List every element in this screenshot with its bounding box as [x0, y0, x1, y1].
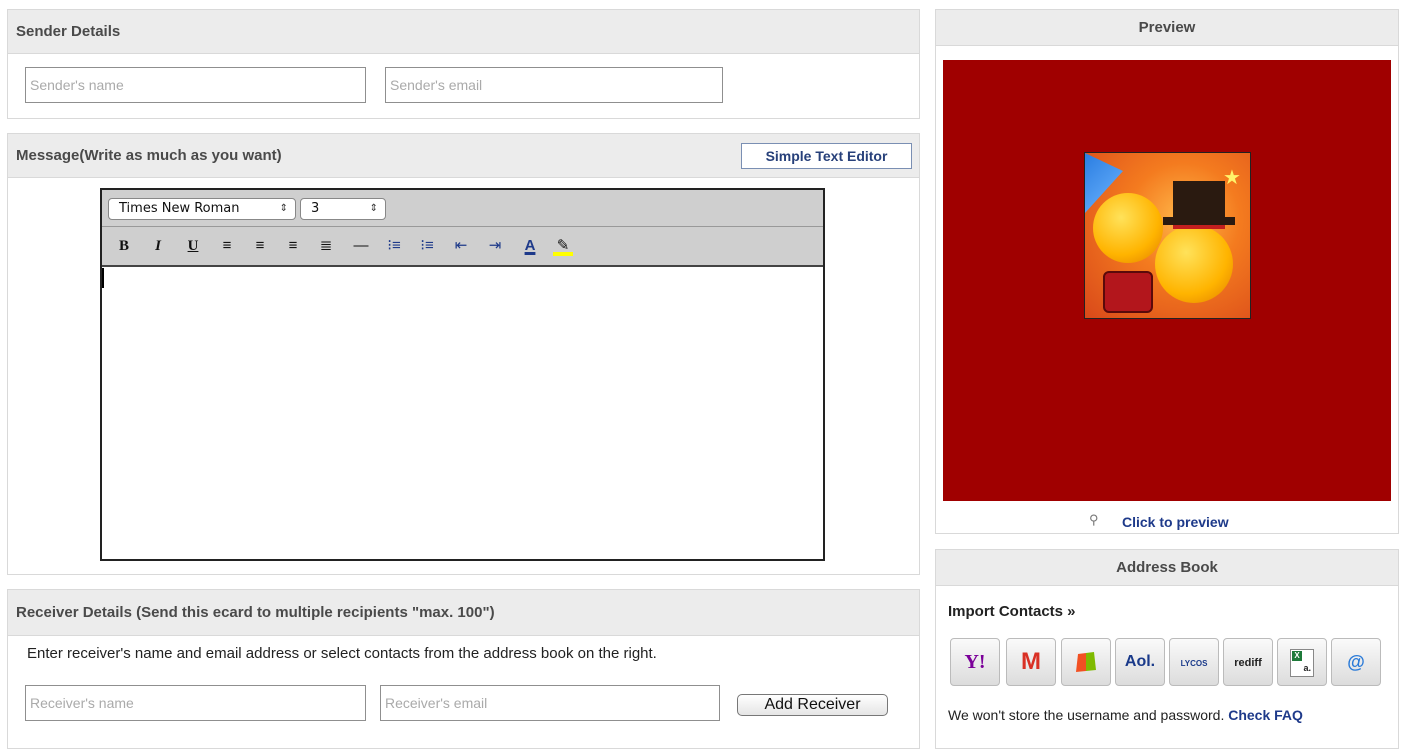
- bold-icon[interactable]: B: [114, 235, 134, 257]
- magnifier-icon: ⚲: [1089, 512, 1099, 527]
- rediff-icon: rediff: [1234, 657, 1262, 669]
- receiver-details-panel: Receiver Details (Send this ecard to mul…: [7, 589, 920, 749]
- aol-import-button[interactable]: Aol.: [1115, 638, 1165, 686]
- font-size-select[interactable]: 3 ⇕: [300, 198, 386, 220]
- align-center-icon[interactable]: ≡: [250, 235, 270, 257]
- select-arrows-icon: ⇕: [279, 203, 288, 214]
- aol-icon: Aol.: [1124, 653, 1156, 670]
- import-contacts-label[interactable]: Import Contacts »: [948, 603, 1076, 620]
- sender-details-title: Sender Details: [8, 10, 919, 54]
- yahoo-import-button[interactable]: Y!: [950, 638, 1000, 686]
- privacy-notice: We won't store the username and password…: [948, 707, 1303, 723]
- outdent-icon[interactable]: ⇤: [451, 235, 471, 257]
- font-family-value: Times New Roman: [119, 201, 240, 216]
- check-faq-link[interactable]: Check FAQ: [1228, 707, 1303, 723]
- privacy-notice-text: We won't store the username and password…: [948, 707, 1225, 723]
- select-arrows-icon: ⇕: [369, 203, 378, 214]
- ecard-thumbnail[interactable]: ★: [1084, 152, 1251, 319]
- excel-icon: X a.: [1290, 649, 1314, 677]
- text-cursor: [102, 268, 104, 288]
- gmail-import-button[interactable]: M: [1006, 638, 1056, 686]
- sender-name-input[interactable]: [25, 67, 366, 103]
- font-family-select[interactable]: Times New Roman ⇕: [108, 198, 296, 220]
- click-to-preview-link[interactable]: Click to preview: [1122, 514, 1229, 530]
- email-icon: @: [1347, 652, 1365, 672]
- rich-text-editor[interactable]: Times New Roman ⇕ 3 ⇕ B I U ≡ ≡ ≡ ≣ — ⁝≡…: [100, 188, 825, 561]
- text-color-icon[interactable]: A: [520, 235, 540, 257]
- windows-icon: [1076, 652, 1096, 672]
- underline-icon[interactable]: U: [183, 235, 203, 257]
- highlight-color-icon[interactable]: ✎: [553, 235, 573, 256]
- sender-email-input[interactable]: [385, 67, 723, 103]
- align-right-icon[interactable]: ≡: [283, 235, 303, 257]
- align-left-icon[interactable]: ≡: [217, 235, 237, 257]
- justify-icon[interactable]: ≣: [316, 235, 336, 257]
- rediff-import-button[interactable]: rediff: [1223, 638, 1273, 686]
- receiver-details-title: Receiver Details (Send this ecard to mul…: [8, 590, 919, 636]
- add-receiver-button[interactable]: Add Receiver: [737, 694, 888, 716]
- indent-icon[interactable]: ⇥: [485, 235, 505, 257]
- lycos-import-button[interactable]: LYCOS: [1169, 638, 1219, 686]
- editor-format-toolbar: B I U ≡ ≡ ≡ ≣ — ⁝≡ ⁝≡ ⇤ ⇥ A ✎: [102, 227, 823, 267]
- address-book-title: Address Book: [936, 550, 1398, 586]
- editor-font-toolbar: Times New Roman ⇕ 3 ⇕: [102, 190, 823, 227]
- windows-live-import-button[interactable]: [1061, 638, 1111, 686]
- email-import-button[interactable]: @: [1331, 638, 1381, 686]
- font-size-value: 3: [311, 201, 320, 216]
- receiver-email-input[interactable]: [380, 685, 720, 721]
- gmail-icon: M: [1021, 648, 1041, 675]
- excel-import-button[interactable]: X a.: [1277, 638, 1327, 686]
- yahoo-icon: Y!: [964, 651, 986, 673]
- simple-text-editor-button[interactable]: Simple Text Editor: [741, 143, 912, 169]
- preview-title: Preview: [936, 10, 1398, 46]
- ordered-list-icon[interactable]: ⁝≡: [384, 235, 404, 257]
- receiver-instructions: Enter receiver's name and email address …: [27, 645, 657, 662]
- lycos-icon: LYCOS: [1180, 659, 1208, 668]
- unordered-list-icon[interactable]: ⁝≡: [417, 235, 437, 257]
- italic-icon[interactable]: I: [148, 235, 168, 257]
- horizontal-rule-icon[interactable]: —: [351, 235, 371, 257]
- receiver-name-input[interactable]: [25, 685, 366, 721]
